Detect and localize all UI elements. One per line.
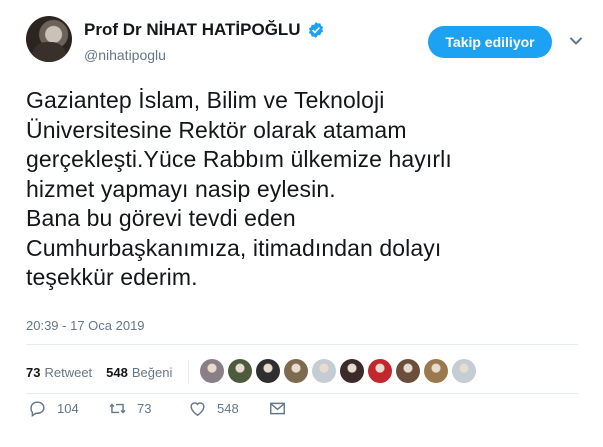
like-button[interactable]: 548 <box>188 399 239 418</box>
liker-avatar[interactable] <box>452 359 476 383</box>
tweet-timestamp[interactable]: 20:39 - 17 Oca 2019 <box>26 318 145 333</box>
liker-avatar[interactable] <box>284 359 308 383</box>
user-handle[interactable]: @nihatipoglu <box>84 47 166 63</box>
following-button[interactable]: Takip ediliyor <box>428 26 552 58</box>
like-stat[interactable]: 548 Beğeni <box>106 365 172 380</box>
verified-badge-icon <box>308 22 323 38</box>
liker-avatar[interactable] <box>368 359 392 383</box>
liker-avatar[interactable] <box>200 359 224 383</box>
display-name[interactable]: Prof Dr NİHAT HATİPOĞLU <box>84 20 301 40</box>
retweet-icon <box>109 403 126 413</box>
retweet-button[interactable]: 73 <box>108 399 151 418</box>
reply-button[interactable]: 104 <box>28 399 79 418</box>
liker-avatar[interactable] <box>256 359 280 383</box>
retweet-action-count: 73 <box>137 400 152 416</box>
liker-avatar[interactable] <box>396 359 420 383</box>
retweet-label: Retweet <box>44 364 93 380</box>
tweet-header: Prof Dr NİHAT HATİPOĞLU @nihatipoglu Tak… <box>0 0 603 80</box>
heart-icon <box>190 401 205 416</box>
liker-avatar[interactable] <box>424 359 448 383</box>
reply-count: 104 <box>57 400 79 416</box>
envelope-icon <box>270 402 285 414</box>
reply-icon <box>30 400 45 417</box>
tweet-stats: 73 Retweet 548 Beğeni <box>26 360 199 384</box>
tweet-text: Gaziantep İslam, Bilim ve Teknoloji Üniv… <box>26 87 452 290</box>
avatar[interactable] <box>26 16 72 62</box>
chevron-down-icon[interactable] <box>569 36 583 46</box>
divider <box>26 344 578 345</box>
liker-avatar[interactable] <box>228 359 252 383</box>
like-label: Beğeni <box>131 364 173 380</box>
retweet-count: 73 <box>26 364 41 380</box>
name-row: Prof Dr NİHAT HATİPOĞLU <box>84 20 325 40</box>
like-action-count: 548 <box>217 400 239 416</box>
liker-avatars <box>200 359 476 383</box>
liker-avatar[interactable] <box>340 359 364 383</box>
retweet-stat[interactable]: 73 Retweet <box>26 365 92 380</box>
direct-message-button[interactable] <box>268 399 287 418</box>
stats-separator <box>188 360 190 384</box>
liker-avatar[interactable] <box>312 359 336 383</box>
like-count: 548 <box>106 364 128 380</box>
divider <box>26 393 578 394</box>
